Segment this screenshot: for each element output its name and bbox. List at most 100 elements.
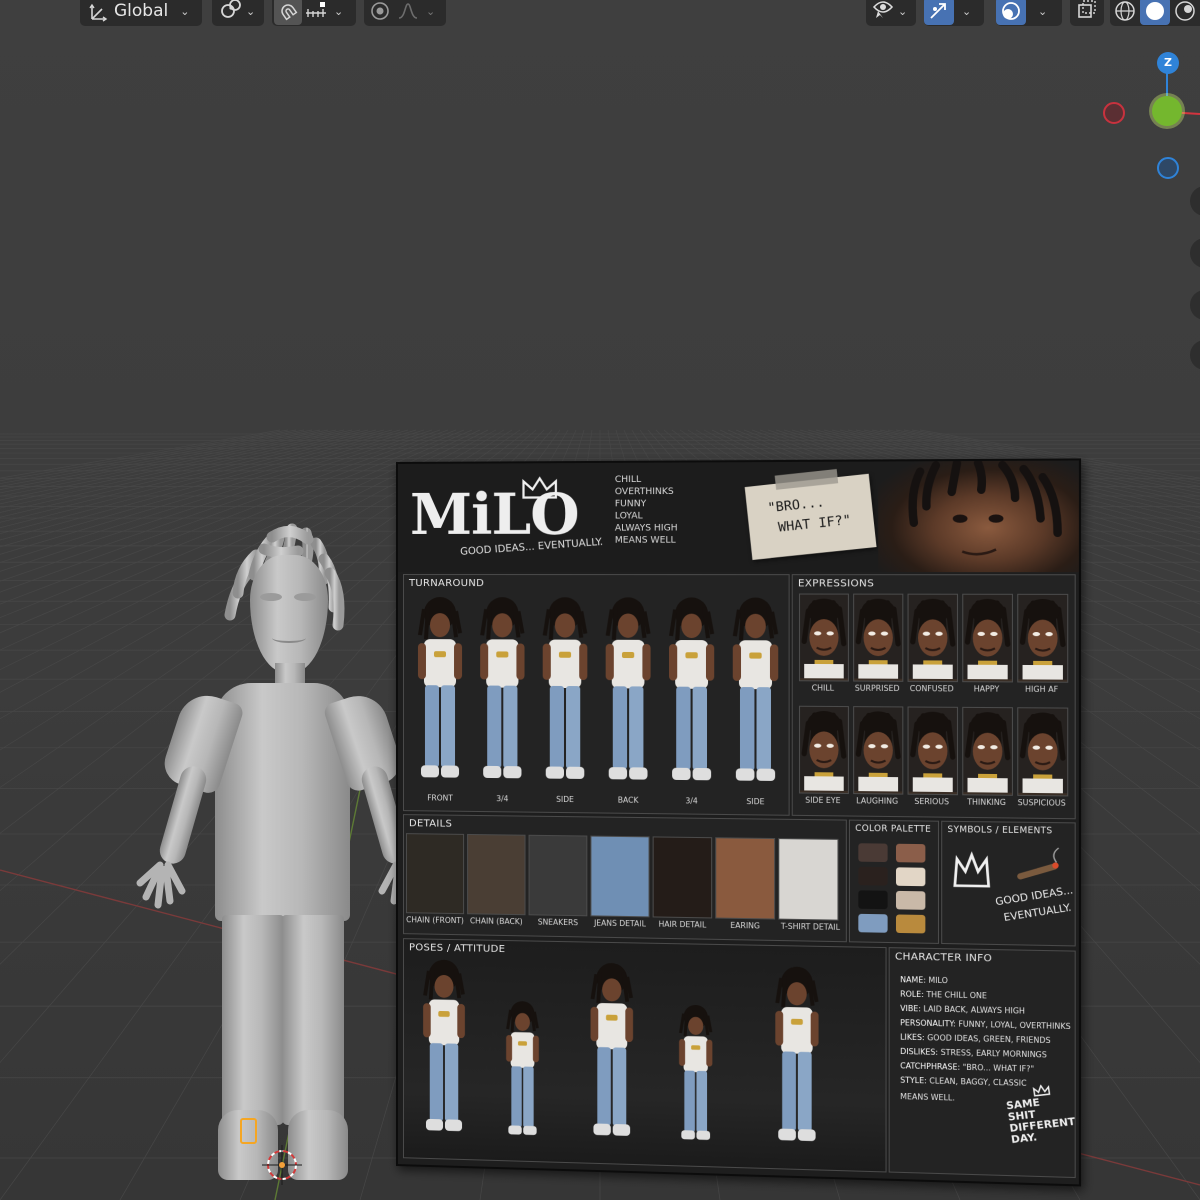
overlays-group: ⌄ xyxy=(996,0,1062,26)
gizmo-negative-x-axis[interactable] xyxy=(1103,102,1125,124)
info-line: VIBE: LAID BACK, ALWAYS HIGH xyxy=(900,1003,1025,1016)
snap-icon[interactable] xyxy=(274,0,302,25)
detail-thumbnail xyxy=(652,836,713,919)
expression-label: CONFUSED xyxy=(909,683,954,694)
pose-figure xyxy=(418,957,470,1143)
expression-label: SURPRISED xyxy=(854,683,900,694)
color-swatch xyxy=(895,843,926,863)
expression-face xyxy=(962,594,1013,683)
expression-face xyxy=(1017,707,1068,797)
crown-icon xyxy=(951,851,993,893)
overlays-icon[interactable] xyxy=(996,0,1026,25)
detail-label: CHAIN (FRONT) xyxy=(406,915,464,926)
gizmo-icon[interactable] xyxy=(924,0,954,25)
view-label: SIDE xyxy=(556,794,574,805)
gizmo-negative-z-axis[interactable] xyxy=(1157,157,1179,179)
view-label: BACK xyxy=(617,795,639,805)
portrait-hair xyxy=(878,460,1079,572)
turnaround-figure xyxy=(476,595,528,786)
info-line: STYLE: CLEAN, BAGGY, CLASSIC xyxy=(900,1075,1027,1088)
detail-thumbnail xyxy=(778,838,839,921)
detail-thumbnail xyxy=(405,833,465,915)
detail-label: CHAIN (BACK) xyxy=(469,916,523,927)
color-palette-panel: COLOR PALETTE xyxy=(848,819,940,944)
detail-thumbnail xyxy=(528,834,588,917)
symbols-title: SYMBOLS / ELEMENTS xyxy=(947,824,1053,837)
pose-figure xyxy=(669,1003,722,1150)
transform-orientation-dropdown[interactable]: Global ⌄ xyxy=(80,0,202,26)
chevron-down-icon[interactable]: ⌄ xyxy=(962,5,971,18)
3d-viewport[interactable]: Global ⌄ ⌄ ⌄ ⌄ ⌄ ⌄ ⌄ Z MiLO GOOD IDEAS..… xyxy=(0,0,1200,1200)
character-info-title: CHARACTER INFO xyxy=(894,951,993,965)
pose-figure xyxy=(496,999,549,1145)
quote-note: "BRO... WHAT IF?" xyxy=(744,468,877,560)
color-swatch xyxy=(858,866,888,886)
xray-toggle[interactable] xyxy=(1070,0,1104,26)
turnaround-figure xyxy=(602,595,655,788)
quote-line-1: "BRO... xyxy=(766,495,826,517)
joint-icon xyxy=(1014,845,1067,887)
expression-face xyxy=(799,594,849,682)
chevron-down-icon: ⌄ xyxy=(898,4,908,18)
detail-label: HAIR DETAIL xyxy=(658,919,707,930)
trait-item: OVERTHINKS xyxy=(614,486,674,498)
detail-label: EARING xyxy=(730,920,760,931)
detail-label: SNEAKERS xyxy=(537,917,579,928)
gizmo-y-axis[interactable] xyxy=(1152,96,1182,126)
symbols-panel: SYMBOLS / ELEMENTS GOOD IDEAS... EVENTUA… xyxy=(941,820,1076,947)
wireframe-shading-icon[interactable] xyxy=(1110,0,1140,25)
poses-title: POSES / ATTITUDE xyxy=(408,942,506,956)
sheet-header: MiLO GOOD IDEAS... EVENTUALLY. CHILL OVE… xyxy=(397,460,1079,573)
navigation-gizmo[interactable]: Z xyxy=(1090,40,1200,200)
character-sheet-plane[interactable]: MiLO GOOD IDEAS... EVENTUALLY. CHILL OVE… xyxy=(396,458,1082,1187)
falloff-curve-icon[interactable] xyxy=(394,0,422,25)
chevron-down-icon[interactable]: ⌄ xyxy=(334,5,343,18)
detail-thumbnails xyxy=(404,815,846,921)
expression-face xyxy=(799,706,849,795)
turnaround-figure xyxy=(729,595,783,789)
trait-item: FUNNY xyxy=(614,499,647,510)
color-swatch xyxy=(858,913,888,933)
pose-figure xyxy=(585,961,638,1148)
expression-face xyxy=(1017,594,1068,683)
detail-thumbnail xyxy=(715,837,776,920)
character-model[interactable] xyxy=(130,515,440,1195)
chevron-down-icon[interactable]: ⌄ xyxy=(1038,5,1047,18)
orientation-label: Global xyxy=(114,1,169,21)
expression-label: THINKING xyxy=(967,797,1006,808)
chevron-down-icon: ⌄ xyxy=(246,4,256,18)
gizmo-z-label: Z xyxy=(1164,56,1172,69)
color-swatch xyxy=(895,890,926,910)
visibility-dropdown[interactable]: ⌄ xyxy=(866,0,916,26)
view-label: FRONT xyxy=(427,793,453,803)
info-line: MEANS WELL. xyxy=(900,1091,955,1103)
snap-increment-icon[interactable] xyxy=(302,0,330,25)
view-label: SIDE xyxy=(746,796,765,807)
info-line: DISLIKES: STRESS, EARLY MORNINGS xyxy=(900,1046,1047,1060)
expression-label: SUSPICIOUS xyxy=(1017,797,1066,808)
motto-block: SAME SHIT DIFFERENT DAY. xyxy=(1004,1082,1076,1146)
model-right-leg xyxy=(282,915,344,1125)
info-line: ROLE: THE CHILL ONE xyxy=(900,989,987,1001)
expression-label: HIGH AF xyxy=(1025,684,1059,695)
expression-face xyxy=(853,706,903,795)
chevron-down-icon: ⌄ xyxy=(180,4,190,18)
crown-icon xyxy=(520,475,558,501)
color-swatch xyxy=(895,867,926,887)
tape-strip xyxy=(774,468,839,490)
color-palette-title: COLOR PALETTE xyxy=(855,823,932,835)
visibility-icon xyxy=(872,0,894,23)
model-head xyxy=(250,555,328,673)
solid-shading-icon[interactable] xyxy=(1140,0,1170,25)
info-line: LIKES: GOOD IDEAS, GREEN, FRIENDS xyxy=(900,1032,1051,1046)
3d-cursor-icon[interactable] xyxy=(262,1145,302,1185)
detail-label: T-SHIRT DETAIL xyxy=(780,921,841,932)
pivot-point-dropdown[interactable]: ⌄ xyxy=(212,0,264,26)
proportional-editing-icon[interactable] xyxy=(366,0,394,25)
model-left-leg xyxy=(222,915,284,1125)
detail-thumbnail xyxy=(590,835,650,918)
trait-item: ALWAYS HIGH xyxy=(614,523,678,534)
material-shading-icon[interactable] xyxy=(1170,0,1200,25)
character-info-panel: CHARACTER INFO NAME: MILO ROLE: THE CHIL… xyxy=(888,947,1076,1179)
trait-item: MEANS WELL xyxy=(614,535,676,546)
